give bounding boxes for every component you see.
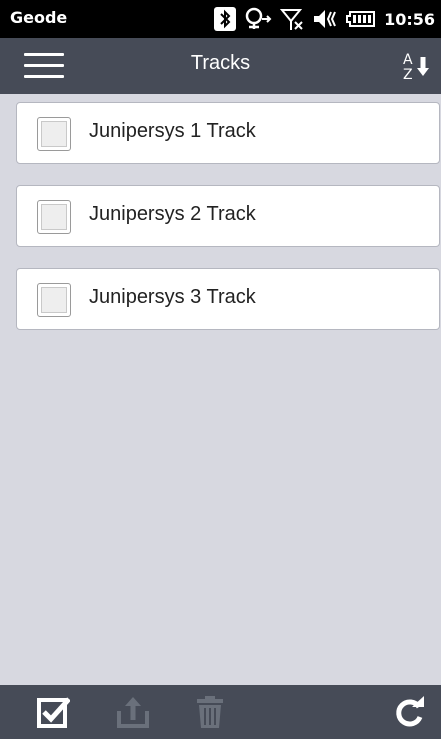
battery-icon — [346, 9, 376, 29]
delete-icon[interactable] — [193, 695, 227, 729]
list-item[interactable]: Junipersys 2 Track — [16, 185, 440, 247]
svg-text:Z: Z — [403, 67, 413, 83]
status-time: 10:56 — [384, 9, 435, 29]
track-checkbox[interactable] — [37, 117, 71, 151]
export-icon[interactable] — [116, 695, 150, 729]
track-label: Junipersys 1 Track — [89, 120, 256, 142]
status-icons: 10:56 — [214, 6, 435, 32]
list-item[interactable]: Junipersys 3 Track — [16, 268, 440, 330]
track-checkbox[interactable] — [37, 283, 71, 317]
select-all-icon[interactable] — [36, 695, 71, 729]
track-label: Junipersys 2 Track — [89, 203, 256, 225]
bluetooth-icon — [214, 7, 237, 31]
track-label: Junipersys 3 Track — [89, 286, 256, 308]
volume-icon — [312, 7, 338, 31]
track-checkbox[interactable] — [37, 200, 71, 234]
bottom-toolbar — [0, 685, 441, 739]
refresh-icon[interactable] — [392, 695, 426, 729]
app-header: Tracks A Z — [0, 38, 441, 94]
sort-a-z-icon[interactable]: A Z — [399, 48, 435, 84]
list-item[interactable]: Junipersys 1 Track — [16, 102, 440, 164]
gps-icon — [244, 7, 272, 31]
status-bar: Geode 10:56 — [0, 0, 441, 38]
tracks-list: Junipersys 1 Track Junipersys 2 Track Ju… — [16, 102, 440, 351]
no-signal-icon — [280, 7, 304, 31]
page-title: Tracks — [190, 52, 251, 74]
status-app-name: Geode — [10, 8, 68, 27]
svg-text:A: A — [403, 52, 413, 68]
